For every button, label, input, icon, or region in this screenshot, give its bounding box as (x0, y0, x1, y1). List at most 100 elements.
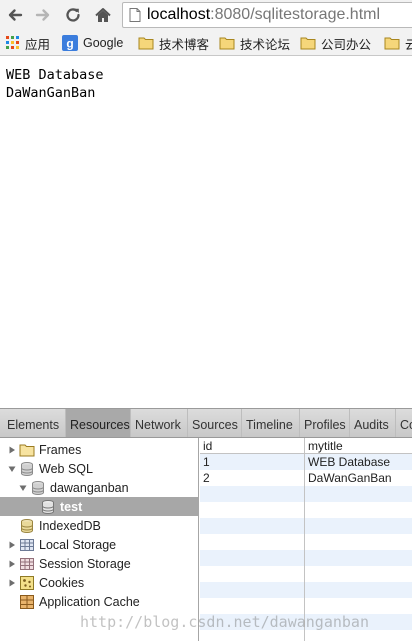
table-row[interactable]: 1 WEB Database (200, 454, 412, 470)
grid-row-stripe (200, 486, 412, 502)
database-icon (21, 518, 33, 533)
tree-item-label: Application Cache (39, 594, 140, 609)
bookmark-folder[interactable]: 技术博客 (138, 34, 209, 52)
bookmark-folder[interactable]: 技术论坛 (219, 34, 290, 52)
bookmark-label: Google (83, 36, 124, 50)
disclosure-triangle-collapsed-icon[interactable] (7, 445, 17, 455)
cell-mytitle: DaWanGanBan (308, 471, 392, 485)
bookmark-label: 公司办公 (321, 37, 372, 52)
cell-mytitle: WEB Database (308, 455, 391, 469)
tab-elements[interactable]: Elements (3, 409, 66, 437)
table-data-grid: id mytitle 1 WEB Database 2 DaWanGanBan (200, 438, 412, 641)
grid-row-stripe (200, 630, 412, 641)
bookmark-folder[interactable]: 公司办公 (300, 34, 371, 52)
tree-item-cookies[interactable]: Cookies (0, 573, 199, 592)
devtools-tab-bar: Elements Resources Network Sources Timel… (0, 408, 412, 438)
session-storage-grid-icon (20, 557, 34, 570)
forward-arrow-icon (35, 9, 50, 21)
cell-id: 2 (203, 471, 210, 485)
tree-item-frames[interactable]: Frames (0, 440, 199, 459)
tab-network[interactable]: Network (131, 409, 188, 437)
tree-item-indexeddb[interactable]: IndexedDB (0, 516, 199, 535)
bookmark-label: 应用 (25, 37, 51, 52)
tree-item-table-test[interactable]: test (0, 497, 199, 516)
page-text-line: DaWanGanBan (6, 85, 96, 101)
browser-chrome: localhost:8080/sqlitestorage.html 应用 g G… (0, 0, 412, 56)
folder-icon (219, 37, 235, 50)
navigation-bar: localhost:8080/sqlitestorage.html (0, 0, 412, 30)
bookmark-apps[interactable]: 应用 (6, 34, 50, 52)
grid-row-stripe (200, 566, 412, 582)
bookmark-label: 技术论坛 (240, 37, 291, 52)
tree-item-label: Session Storage (39, 556, 131, 571)
url-host: localhost (147, 6, 211, 23)
database-table-icon (42, 499, 54, 514)
reload-icon (66, 8, 80, 22)
column-header-id[interactable]: id (200, 438, 304, 454)
tab-profiles[interactable]: Profiles (300, 409, 350, 437)
tab-sources[interactable]: Sources (188, 409, 242, 437)
tree-item-label: test (60, 499, 83, 514)
tree-item-web-sql[interactable]: Web SQL (0, 459, 199, 478)
tree-item-label: Local Storage (39, 537, 117, 552)
disclosure-triangle-collapsed-icon[interactable] (7, 578, 17, 588)
grid-row-stripe (200, 598, 412, 614)
address-bar[interactable]: localhost:8080/sqlitestorage.html (122, 2, 412, 28)
tab-timeline[interactable]: Timeline (242, 409, 300, 437)
bookmarks-bar: 应用 g Google 技术博客 技术论坛 公司办公 (0, 30, 412, 56)
bookmark-folder[interactable]: 云 (384, 34, 412, 52)
bookmark-label: 云 (405, 34, 412, 53)
folder-icon (19, 444, 35, 456)
page-text-line: WEB Database (6, 67, 104, 83)
forward-button[interactable] (32, 4, 54, 26)
grid-row-stripe (200, 518, 412, 534)
folder-icon (138, 37, 154, 50)
cell-id: 1 (203, 455, 210, 469)
tree-item-session-storage[interactable]: Session Storage (0, 554, 199, 573)
bookmark-label: 技术博客 (159, 37, 210, 52)
local-storage-grid-icon (20, 538, 34, 551)
disclosure-triangle-collapsed-icon[interactable] (7, 540, 17, 550)
folder-icon (300, 37, 316, 50)
tree-item-application-cache[interactable]: Application Cache (0, 592, 199, 611)
column-divider[interactable] (304, 438, 305, 641)
back-button[interactable] (4, 4, 26, 26)
page-icon (129, 8, 141, 22)
tab-audits[interactable]: Audits (350, 409, 396, 437)
page-content: WEB Database DaWanGanBan (0, 57, 412, 408)
grid-row-stripe (200, 502, 412, 518)
grid-row-stripe (200, 534, 412, 550)
disclosure-triangle-expanded-icon[interactable] (7, 464, 17, 474)
cookie-icon (20, 575, 34, 590)
tree-item-local-storage[interactable]: Local Storage (0, 535, 199, 554)
column-header-mytitle[interactable]: mytitle (305, 438, 412, 454)
back-arrow-icon (8, 9, 23, 21)
tree-item-label: Cookies (39, 575, 85, 590)
grid-row-stripe (200, 614, 412, 630)
google-icon: g (62, 35, 78, 51)
folder-icon (384, 37, 400, 50)
reload-button[interactable] (62, 4, 84, 26)
tree-item-label: IndexedDB (39, 518, 101, 533)
tab-console[interactable]: Co (396, 409, 412, 437)
tree-item-database[interactable]: dawanganban (0, 478, 199, 497)
home-button[interactable] (92, 4, 114, 26)
bookmark-google[interactable]: g Google (62, 34, 123, 52)
table-row[interactable]: 2 DaWanGanBan (200, 470, 412, 486)
resources-sidebar: Frames Web SQL dawanganban test IndexedD… (0, 438, 199, 641)
tree-item-label: Web SQL (39, 461, 93, 476)
grid-row-stripe (200, 582, 412, 598)
home-icon (95, 8, 111, 22)
tree-item-label: Frames (39, 442, 82, 457)
devtools-panel: Elements Resources Network Sources Timel… (0, 408, 412, 641)
url-path: :8080/sqlitestorage.html (210, 6, 381, 23)
apps-grid-icon (6, 36, 19, 49)
disclosure-triangle-expanded-icon[interactable] (18, 483, 28, 493)
tab-resources[interactable]: Resources (66, 409, 131, 437)
application-cache-icon (20, 594, 34, 609)
grid-header-row: id mytitle (200, 438, 412, 454)
disclosure-triangle-collapsed-icon[interactable] (7, 559, 17, 569)
svg-text:g: g (66, 37, 73, 51)
database-icon (32, 480, 44, 495)
database-icon (21, 461, 33, 476)
